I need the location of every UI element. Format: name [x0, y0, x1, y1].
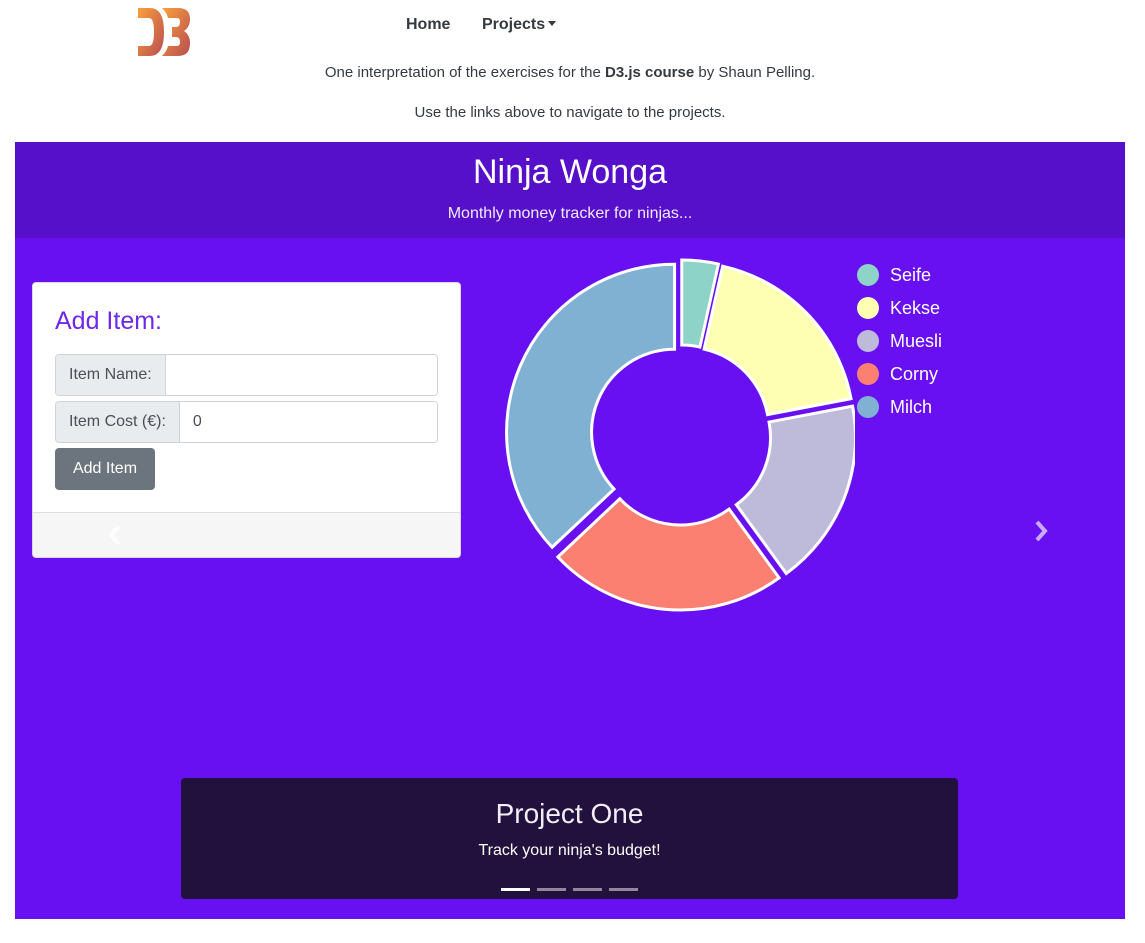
- item-name-label: Item Name:: [56, 355, 166, 395]
- add-item-card: Add Item: Item Name: Item Cost (€): Add …: [32, 282, 461, 558]
- carousel-indicator-4[interactable]: [609, 888, 638, 891]
- legend-swatch: [857, 363, 879, 385]
- item-name-group: Item Name:: [55, 354, 438, 396]
- legend-item-seife: Seife: [857, 262, 931, 288]
- add-item-title: Add Item:: [55, 307, 162, 335]
- intro-text-part2: by Shaun Pelling.: [694, 64, 816, 81]
- slice-kekse[interactable]: [702, 264, 853, 417]
- app-title: Ninja Wonga: [472, 153, 668, 191]
- nav-projects-label: Projects: [482, 16, 546, 33]
- slice-milch[interactable]: [505, 262, 677, 550]
- nav-home-link[interactable]: Home: [406, 16, 450, 34]
- course-name: D3.js course: [605, 64, 695, 81]
- legend-label: Kekse: [890, 297, 941, 318]
- legend-swatch: [857, 330, 879, 352]
- chevron-left-icon[interactable]: [105, 523, 125, 547]
- legend-swatch: [857, 297, 879, 319]
- item-name-input[interactable]: [165, 355, 437, 395]
- legend-label: Muesli: [890, 330, 943, 351]
- chart-legend: Seife Kekse Muesli Corny Milch: [857, 262, 1057, 422]
- add-item-button[interactable]: Add Item: [55, 448, 155, 490]
- app-subtitle: Monthly money tracker for ninjas...: [447, 205, 693, 222]
- caption-text: Track your ninja's budget!: [478, 842, 661, 859]
- caption-title: Project One: [495, 798, 644, 829]
- legend-label: Corny: [890, 363, 939, 384]
- legend-item-milch: Milch: [857, 394, 932, 420]
- carousel-indicator-2[interactable]: [537, 888, 566, 891]
- carousel-indicator-3[interactable]: [573, 888, 602, 891]
- caret-down-icon: [548, 21, 557, 26]
- top-navbar: Home Projects: [0, 0, 1145, 56]
- carousel-caption: Project One Track your ninja's budget!: [181, 778, 958, 899]
- expense-donut-chart: [505, 258, 855, 612]
- app-header: Ninja Wonga Monthly money tracker for ni…: [15, 142, 1125, 238]
- item-cost-input[interactable]: [179, 402, 437, 442]
- legend-item-muesli: Muesli: [857, 328, 942, 354]
- nav-projects-dropdown[interactable]: Projects: [482, 16, 557, 34]
- legend-swatch: [857, 396, 879, 418]
- carousel-indicator-1[interactable]: [501, 888, 530, 891]
- card-footer: [33, 512, 460, 557]
- item-cost-label: Item Cost (€):: [56, 402, 180, 442]
- carousel-indicators: [501, 888, 645, 894]
- legend-item-kekse: Kekse: [857, 295, 940, 321]
- intro-text: One interpretation of the exercises for …: [0, 64, 1140, 81]
- intro-hint: Use the links above to navigate to the p…: [414, 104, 726, 121]
- d3-logo[interactable]: [136, 4, 192, 56]
- legend-swatch: [857, 264, 879, 286]
- intro-text-part1: One interpretation of the exercises for …: [324, 64, 605, 81]
- project-carousel: Ninja Wonga Monthly money tracker for ni…: [15, 142, 1125, 919]
- legend-label: Seife: [890, 264, 932, 285]
- legend-label: Milch: [890, 396, 933, 417]
- item-cost-group: Item Cost (€):: [55, 401, 438, 443]
- legend-item-corny: Corny: [857, 361, 938, 387]
- chevron-right-icon[interactable]: [1031, 519, 1051, 543]
